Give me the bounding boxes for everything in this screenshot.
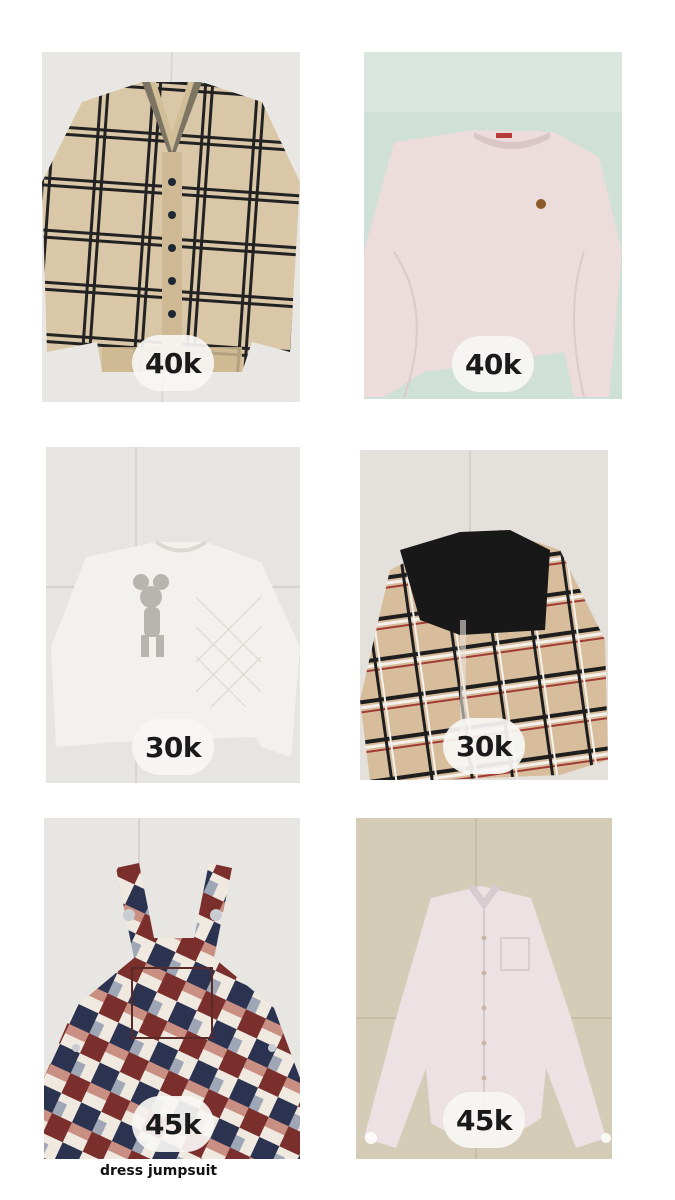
product-card-plaid-knit-shirt[interactable]: 30k	[360, 450, 608, 780]
product-card-pink-sweatshirt[interactable]: 40k	[364, 52, 622, 399]
product-card-plaid-jumpsuit[interactable]: 45k	[44, 818, 300, 1159]
product-card-plaid-cardigan[interactable]: 40k	[42, 52, 300, 402]
item-caption: dress jumpsuit	[100, 1163, 218, 1179]
product-card-mickey-sweatshirt[interactable]: 30k	[46, 447, 300, 783]
product-card-pink-button-shirt[interactable]: 45k	[356, 818, 612, 1159]
price-badge: 30k	[132, 719, 214, 775]
price-badge: 45k	[443, 1092, 525, 1148]
price-badge: 45k	[132, 1096, 214, 1152]
price-badge: 40k	[452, 336, 534, 392]
price-badge: 40k	[132, 335, 214, 391]
price-badge: 30k	[443, 718, 525, 774]
